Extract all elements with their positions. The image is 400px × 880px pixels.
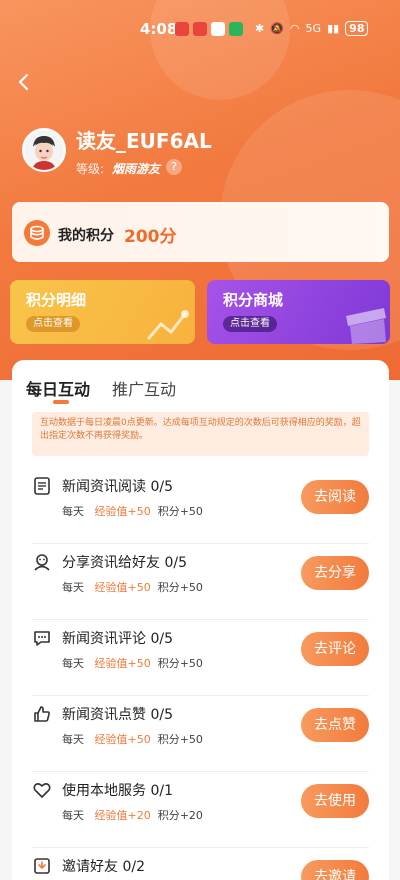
help-icon[interactable]: ? <box>166 159 182 175</box>
mute-icon: 🔕 <box>270 22 284 35</box>
use-service-button[interactable]: 去使用 <box>301 784 369 818</box>
avatar[interactable] <box>22 128 66 172</box>
task-points: 积分+50 <box>157 581 203 594</box>
view-points-detail-button[interactable]: 点击查看 <box>26 316 80 332</box>
notification-icons <box>175 22 243 36</box>
task-reward: 每天 经验值+50 积分+50 <box>62 579 203 595</box>
task-exp: 经验值+50 <box>94 657 151 670</box>
invite-icon <box>32 856 52 876</box>
task-frequency: 每天 <box>62 581 84 594</box>
tasks-card: 每日互动 推广互动 互动数据于每日凌晨0点更新。达成每项互动规定的次数后可获得相… <box>12 360 389 880</box>
wechat-icon <box>229 22 243 36</box>
signal-icon: ▮▮ <box>327 22 340 35</box>
points-coin-icon <box>24 220 50 246</box>
article-icon <box>32 476 52 496</box>
share-button[interactable]: 去分享 <box>301 556 369 590</box>
heart-icon <box>32 780 52 800</box>
invite-button[interactable]: 去邀请 <box>301 860 369 880</box>
task-points: 积分+20 <box>157 809 203 822</box>
task-item: 新闻资讯评论 0/5 每天 经验值+50 积分+50 去评论 <box>32 620 369 696</box>
points-value: 200分 <box>124 227 177 247</box>
points-mall-tile[interactable]: 积分商城 点击查看 <box>207 280 390 344</box>
app-notification-icon <box>175 22 189 36</box>
task-title: 新闻资讯评论 0/5 <box>62 631 173 647</box>
like-button[interactable]: 去点赞 <box>301 708 369 742</box>
back-button[interactable] <box>12 70 36 94</box>
username: 读友_EUF6AL <box>76 129 212 153</box>
avatar-icon <box>24 130 64 170</box>
task-reward: 每天 经验值+50 积分+50 <box>62 503 203 519</box>
task-exp: 经验值+50 <box>94 581 151 594</box>
comment-button[interactable]: 去评论 <box>301 632 369 666</box>
view-points-mall-button[interactable]: 点击查看 <box>223 316 277 332</box>
chevron-left-icon <box>18 73 29 91</box>
chart-decoration-icon <box>147 310 189 340</box>
task-title: 使用本地服务 0/1 <box>62 783 173 799</box>
task-item: 分享资讯给好友 0/5 每天 经验值+50 积分+50 去分享 <box>32 544 369 620</box>
my-points-card: 我的积分 200分 <box>12 202 389 262</box>
tile-title: 积分商城 <box>223 291 284 309</box>
task-reward: 每天 经验值+50 积分+50 <box>62 731 203 747</box>
task-exp: 经验值+50 <box>94 733 151 746</box>
tab-promotion-interaction[interactable]: 推广互动 <box>112 376 176 400</box>
system-icons: ✱ 🔕 ◠ 5G ▮▮ 98 <box>255 21 369 36</box>
task-exp: 经验值+20 <box>94 809 151 822</box>
tile-title: 积分明细 <box>26 291 87 309</box>
wifi-icon: ◠ <box>289 22 300 35</box>
points-detail-tile[interactable]: 积分明细 点击查看 <box>10 280 195 344</box>
active-tab-indicator <box>53 400 69 404</box>
task-frequency: 每天 <box>62 505 84 518</box>
share-user-icon <box>32 552 52 572</box>
task-reward: 每天 经验值+50 积分+50 <box>62 655 203 671</box>
comment-icon <box>32 628 52 648</box>
task-item: 新闻资讯阅读 0/5 每天 经验值+50 积分+50 去阅读 <box>32 468 369 544</box>
task-item: 邀请好友 0/2 去邀请 <box>32 848 369 880</box>
network-label: 5G <box>305 22 322 35</box>
read-button[interactable]: 去阅读 <box>301 480 369 514</box>
task-points: 积分+50 <box>157 733 203 746</box>
task-item: 使用本地服务 0/1 每天 经验值+20 积分+20 去使用 <box>32 772 369 848</box>
task-frequency: 每天 <box>62 657 84 670</box>
task-title: 新闻资讯点赞 0/5 <box>62 707 173 723</box>
status-bar: 4:08 ✱ 🔕 ◠ 5G ▮▮ 98 <box>0 0 400 58</box>
app-notification-icon <box>211 22 225 36</box>
bluetooth-icon: ✱ <box>255 22 265 35</box>
task-frequency: 每天 <box>62 733 84 746</box>
battery-indicator: 98 <box>345 21 369 36</box>
task-item: 新闻资讯点赞 0/5 每天 经验值+50 积分+50 去点赞 <box>32 696 369 772</box>
level-name: 烟雨游友 <box>112 162 161 176</box>
task-points: 积分+50 <box>157 657 203 670</box>
task-points: 积分+50 <box>157 505 203 518</box>
task-exp: 经验值+50 <box>94 505 151 518</box>
status-time: 4:08 <box>140 20 178 38</box>
level-label: 等级: <box>76 162 105 176</box>
task-reward: 每天 经验值+20 积分+20 <box>62 807 203 823</box>
notice-banner: 互动数据于每日凌晨0点更新。达成每项互动规定的次数后可获得相应的奖励，超出指定次… <box>32 412 369 456</box>
tab-daily-interaction[interactable]: 每日互动 <box>26 376 90 400</box>
task-title: 邀请好友 0/2 <box>62 859 145 875</box>
task-title: 新闻资讯阅读 0/5 <box>62 479 173 495</box>
thumbs-up-icon <box>32 704 52 724</box>
app-notification-icon <box>193 22 207 36</box>
points-label: 我的积分 <box>58 228 114 244</box>
task-title: 分享资讯给好友 0/5 <box>62 555 187 571</box>
shop-decoration-icon <box>346 308 386 344</box>
task-frequency: 每天 <box>62 809 84 822</box>
